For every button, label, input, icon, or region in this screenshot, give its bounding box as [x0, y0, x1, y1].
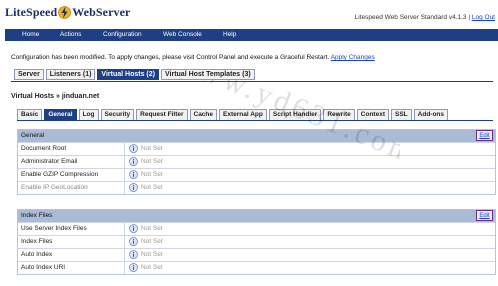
section-title: Index Files	[21, 212, 53, 219]
notice-text: Configuration has been modified. To appl…	[11, 54, 330, 61]
edit-index-files-button[interactable]: Edit	[476, 210, 493, 221]
table-row: Index Files Not Set	[18, 235, 495, 248]
cell-divider	[124, 236, 125, 248]
cell-divider	[124, 182, 125, 194]
index-files-section: Index Files Edit Use Server Index Files …	[17, 209, 496, 275]
breadcrumb: Virtual Hosts » jinduan.net	[11, 93, 100, 100]
row-label: Enable IP GeoLocation	[21, 184, 88, 191]
tab-virtual-host-templates[interactable]: Virtual Host Templates (3)	[160, 69, 255, 80]
row-label: Auto Index URI	[21, 264, 66, 271]
cell-divider	[124, 169, 125, 181]
logout-link[interactable]: Log Out	[472, 14, 495, 21]
logo-text-left: LiteSpeed	[5, 4, 58, 19]
section-header: General Edit	[18, 130, 495, 142]
version-text: Litespeed Web Server Standard v4.1.3 |	[354, 14, 471, 21]
info-icon[interactable]	[129, 183, 138, 192]
row-label: Administrator Email	[21, 158, 78, 165]
table-row: Use Server Index Files Not Set	[18, 222, 495, 235]
version-info: Litespeed Web Server Standard v4.1.3 | L…	[355, 14, 495, 21]
row-label: Use Server Index Files	[21, 225, 87, 232]
tab-listeners[interactable]: Listeners (1)	[45, 69, 96, 80]
cell-divider	[124, 262, 125, 274]
cell-divider	[124, 223, 125, 235]
tab-server[interactable]: Server	[14, 69, 44, 80]
cell-divider	[124, 156, 125, 168]
row-value: Not Set	[141, 264, 163, 271]
logo-text-right: WebServer	[72, 4, 131, 19]
info-icon[interactable]	[129, 157, 138, 166]
nav-web-console[interactable]: Web Console	[163, 31, 202, 38]
row-value: Not Set	[141, 225, 163, 232]
row-value: Not Set	[141, 238, 163, 245]
row-label: Index Files	[21, 238, 53, 245]
nav-help[interactable]: Help	[223, 31, 236, 38]
info-icon[interactable]	[129, 263, 138, 272]
section-header: Index Files Edit	[18, 210, 495, 222]
modified-notice: Configuration has been modified. To appl…	[11, 54, 375, 61]
tab-divider	[11, 81, 493, 82]
row-value: Not Set	[141, 171, 163, 178]
nav-home[interactable]: Home	[22, 31, 39, 38]
table-row: Auto Index Not Set	[18, 248, 495, 261]
row-value: Not Set	[141, 184, 163, 191]
edit-general-button[interactable]: Edit	[476, 130, 493, 141]
table-row: Administrator Email Not Set	[18, 155, 495, 168]
table-row: Document Root Not Set	[18, 142, 495, 155]
lightning-icon	[58, 5, 72, 19]
logo: LiteSpeed WebServer	[5, 4, 130, 20]
section-title: General	[21, 132, 45, 139]
table-row: Enable IP GeoLocation Not Set	[18, 181, 495, 194]
apply-changes-link[interactable]: Apply Changes	[331, 54, 375, 61]
row-label: Auto Index	[21, 251, 53, 258]
row-label: Document Root	[21, 145, 67, 152]
row-value: Not Set	[141, 158, 163, 165]
info-icon[interactable]	[129, 144, 138, 153]
general-section: General Edit Document Root Not Set Admin…	[17, 129, 496, 195]
cell-divider	[124, 143, 125, 155]
info-icon[interactable]	[129, 170, 138, 179]
info-icon[interactable]	[129, 237, 138, 246]
cell-divider	[124, 249, 125, 261]
subtab-divider	[17, 120, 493, 121]
main-nav: Home Actions Configuration Web Console H…	[5, 29, 498, 41]
nav-configuration[interactable]: Configuration	[103, 31, 142, 38]
info-icon[interactable]	[129, 250, 138, 259]
table-row: Enable GZIP Compression Not Set	[18, 168, 495, 181]
row-label: Enable GZIP Compression	[21, 171, 99, 178]
top-tabs: Server Listeners (1) Virtual Hosts (2) V…	[14, 69, 257, 80]
row-value: Not Set	[141, 251, 163, 258]
nav-actions[interactable]: Actions	[60, 31, 81, 38]
info-icon[interactable]	[129, 224, 138, 233]
tab-virtual-hosts[interactable]: Virtual Hosts (2)	[97, 69, 159, 80]
row-value: Not Set	[141, 145, 163, 152]
table-row: Auto Index URI Not Set	[18, 261, 495, 274]
